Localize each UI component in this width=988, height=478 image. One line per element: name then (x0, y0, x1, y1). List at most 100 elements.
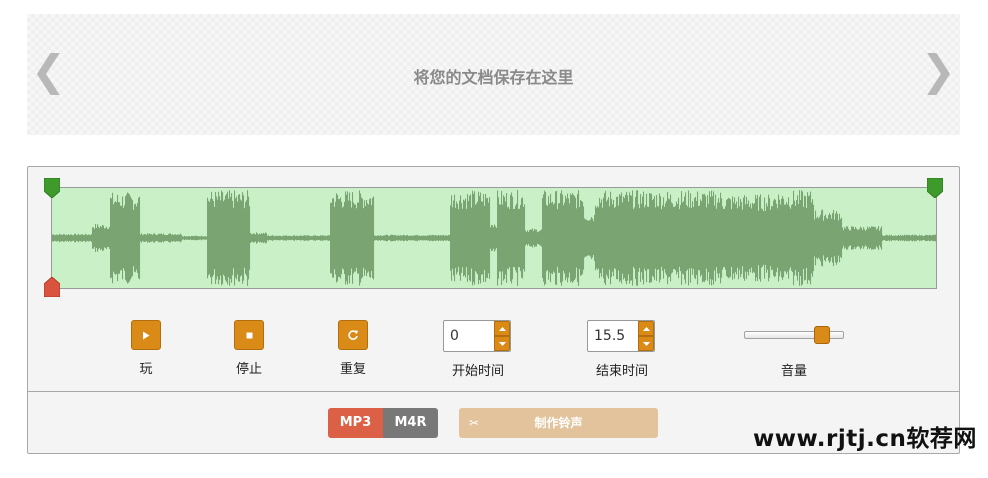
waveform-sample (848, 228, 850, 248)
waveform-sample (648, 206, 650, 270)
waveform-sample (102, 224, 104, 252)
waveform-sample (512, 196, 514, 280)
start-time-input[interactable] (444, 321, 494, 351)
waveform-sample (306, 235, 308, 241)
waveform-sample (834, 219, 836, 257)
waveform-sample (891, 234, 893, 242)
start-time-decrement-button[interactable] (494, 336, 510, 351)
waveform-sample (900, 234, 902, 242)
start-marker-handle[interactable] (44, 178, 60, 198)
waveform-sample (572, 193, 574, 283)
waveform-sample (518, 208, 520, 268)
waveform-sample (85, 233, 87, 243)
waveform-sample (134, 204, 136, 272)
waveform-sample (360, 193, 362, 283)
waveform-sample (246, 200, 248, 276)
waveform-sample (419, 235, 421, 241)
waveform-sample (569, 203, 571, 273)
waveform-sample (115, 201, 117, 275)
playhead-marker-handle[interactable] (44, 277, 60, 297)
waveform-sample (208, 200, 210, 276)
waveform-sample (910, 235, 912, 241)
waveform-sample (341, 201, 343, 275)
waveform-sample (136, 206, 138, 270)
waveform-sample (413, 235, 415, 241)
waveform-sample (787, 204, 789, 272)
waveform-sample (225, 195, 227, 281)
waveform-sample (183, 236, 185, 240)
format-m4r-button[interactable]: M4R (383, 408, 438, 438)
waveform-sample (401, 235, 403, 241)
waveform-sample (440, 235, 442, 241)
waveform-sample (293, 235, 295, 241)
waveform-sample (467, 194, 469, 282)
volume-slider[interactable] (744, 320, 844, 350)
waveform-sample (829, 213, 831, 263)
waveform-sample (559, 203, 561, 273)
waveform-sample (291, 236, 293, 240)
waveform-sample (805, 196, 807, 280)
waveform-sample (575, 197, 577, 279)
waveform-sample (123, 207, 125, 269)
panel-divider (28, 391, 959, 392)
waveform-sample (913, 235, 915, 241)
waveform-sample (785, 204, 787, 272)
waveform-sample (576, 208, 578, 268)
volume-slider-thumb[interactable] (814, 326, 830, 344)
waveform-sample (62, 234, 64, 242)
waveform-sample (202, 236, 204, 240)
waveform-sample (283, 235, 285, 241)
chevron-right-icon[interactable]: ❯ (921, 50, 956, 92)
waveform-sample (169, 233, 171, 243)
waveform-sample (837, 213, 839, 263)
waveform-sample (308, 235, 310, 241)
waveform-sample (376, 235, 378, 241)
waveform-sample (925, 234, 927, 242)
waveform-sample (628, 201, 630, 275)
waveform-sample (447, 235, 449, 241)
format-mp3-button[interactable]: MP3 (328, 408, 383, 438)
waveform-sample (565, 195, 567, 281)
waveform-sample (587, 220, 589, 256)
end-time-increment-button[interactable] (638, 321, 654, 336)
waveform-sample (458, 209, 460, 267)
waveform-sample (872, 226, 874, 250)
waveform-sample (382, 235, 384, 241)
waveform-sample (394, 235, 396, 241)
waveform-sample (800, 200, 802, 276)
waveform-sample (486, 198, 488, 278)
waveform-sample (772, 206, 774, 270)
waveform-sample (590, 219, 592, 257)
waveform-sample (832, 213, 834, 263)
volume-control: 音量 (744, 320, 844, 379)
waveform-sample (455, 207, 457, 269)
waveform-sample (478, 191, 480, 285)
waveform-sample (361, 197, 363, 279)
waveform-sample (909, 234, 911, 242)
end-marker-handle[interactable] (927, 178, 943, 198)
waveform-sample (482, 201, 484, 275)
waveform-sample (677, 203, 679, 273)
waveform-sample (669, 199, 671, 277)
waveform-display[interactable] (51, 187, 937, 289)
play-button[interactable] (131, 320, 161, 350)
waveform-sample (716, 208, 718, 268)
waveform-sample (359, 190, 361, 286)
waveform-sample (126, 194, 128, 282)
waveform-sample (740, 199, 742, 277)
start-time-increment-button[interactable] (494, 321, 510, 336)
waveform-sample (592, 218, 594, 258)
stop-button[interactable] (234, 320, 264, 350)
waveform-sample (546, 204, 548, 272)
repeat-button[interactable] (338, 320, 368, 350)
waveform-sample (756, 198, 758, 278)
end-time-decrement-button[interactable] (638, 336, 654, 351)
waveform-sample (165, 235, 167, 241)
make-ringtone-button[interactable]: ✂ 制作铃声 (459, 408, 658, 438)
waveform-sample (668, 198, 670, 278)
end-time-input[interactable] (588, 321, 638, 351)
waveform-sample (683, 201, 685, 275)
end-time-label: 结束时间 (595, 364, 648, 379)
waveform-sample (439, 235, 441, 241)
waveform-sample (675, 205, 677, 271)
